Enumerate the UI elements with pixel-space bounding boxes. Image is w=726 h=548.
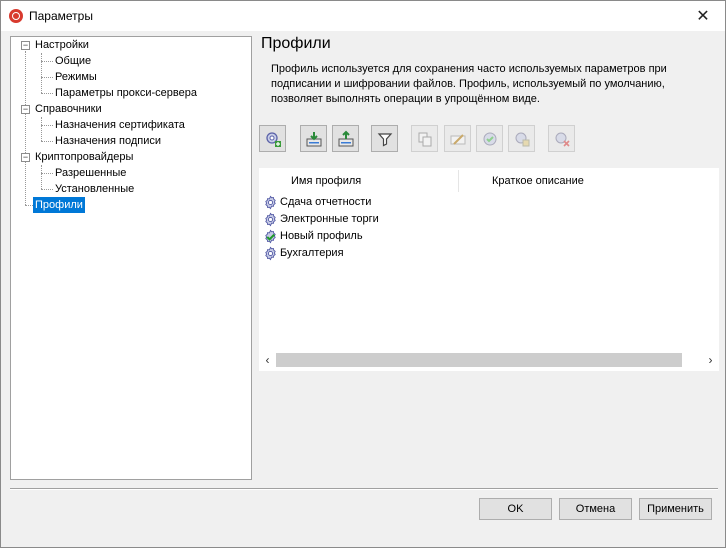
default-profile-check-icon bbox=[265, 229, 276, 244]
tree-item-label: Справочники bbox=[35, 103, 102, 115]
tree-item-label: Криптопровайдеры bbox=[35, 151, 134, 163]
list-item[interactable]: Бухгалтерия bbox=[263, 245, 344, 262]
settings-dialog: Параметры ✕ − − − Настройки Общие Режимы bbox=[0, 0, 726, 548]
title-bar: Параметры ✕ bbox=[1, 1, 725, 31]
window-title: Параметры bbox=[29, 9, 93, 23]
tree-item-label: Назначения сертификата bbox=[55, 119, 185, 131]
footer-divider bbox=[10, 488, 718, 490]
scroll-left-icon[interactable]: ‹ bbox=[259, 351, 276, 369]
close-button[interactable]: ✕ bbox=[681, 1, 725, 31]
filter-icon bbox=[377, 132, 392, 146]
filter-button[interactable] bbox=[371, 125, 398, 152]
page-description: Профиль используется для сохранения част… bbox=[271, 63, 667, 105]
tree-connector bbox=[41, 165, 42, 189]
page-title: Профили bbox=[261, 35, 331, 52]
column-separator[interactable] bbox=[458, 170, 459, 192]
tree-item-label: Параметры прокси-сервера bbox=[55, 87, 197, 99]
tree-item-label: Настройки bbox=[35, 39, 89, 51]
tree-connector bbox=[25, 205, 33, 206]
rename-profile-button[interactable] bbox=[444, 125, 471, 152]
profile-properties-button[interactable] bbox=[508, 125, 535, 152]
apply-button[interactable]: Применить bbox=[639, 498, 712, 520]
cancel-button[interactable]: Отмена bbox=[559, 498, 632, 520]
list-item[interactable]: Сдача отчетности bbox=[263, 194, 371, 211]
profile-name: Электронные торги bbox=[280, 213, 379, 225]
column-header-name[interactable]: Имя профиля bbox=[291, 168, 361, 194]
scrollbar-thumb[interactable] bbox=[276, 353, 682, 367]
profiles-toolbar bbox=[259, 125, 719, 153]
set-default-profile-button[interactable] bbox=[476, 125, 503, 152]
column-header-description[interactable]: Краткое описание bbox=[492, 168, 584, 194]
copy-profile-icon bbox=[418, 132, 431, 146]
tree-item-label: Общие bbox=[55, 55, 92, 67]
profile-gear-icon bbox=[265, 246, 276, 261]
tree-item-label: Разрешенные bbox=[55, 167, 127, 179]
app-logo-icon bbox=[9, 9, 23, 23]
tree-connector bbox=[41, 53, 42, 93]
tree-connector bbox=[41, 93, 53, 94]
rename-profile-icon bbox=[450, 133, 465, 145]
import-profile-button[interactable] bbox=[300, 125, 327, 152]
profile-gear-icon bbox=[265, 212, 276, 227]
collapse-icon[interactable]: − bbox=[21, 41, 30, 50]
tree-item-label: Назначения подписи bbox=[55, 135, 162, 147]
profile-properties-icon bbox=[515, 132, 529, 146]
ok-button[interactable]: OK bbox=[479, 498, 552, 520]
tree-connector bbox=[41, 125, 53, 126]
horizontal-scrollbar[interactable]: ‹ › bbox=[259, 351, 719, 369]
tree-item-label: Установленные bbox=[55, 183, 135, 195]
tree-connector bbox=[41, 173, 53, 174]
tree-connector bbox=[25, 51, 26, 205]
profile-name: Бухгалтерия bbox=[280, 247, 344, 259]
tree-item-label: Профили bbox=[33, 197, 85, 213]
export-profile-icon bbox=[338, 130, 353, 146]
profile-gear-icon bbox=[265, 195, 276, 210]
collapse-icon[interactable]: − bbox=[21, 153, 30, 162]
tree-item-label: Режимы bbox=[55, 71, 97, 83]
tree-connector bbox=[41, 189, 53, 190]
import-profile-icon bbox=[306, 131, 321, 146]
delete-profile-icon bbox=[555, 132, 570, 147]
copy-profile-button[interactable] bbox=[411, 125, 438, 152]
export-profile-button[interactable] bbox=[332, 125, 359, 152]
tree-connector bbox=[41, 77, 53, 78]
list-header: Имя профиля Краткое описание bbox=[259, 168, 719, 194]
list-item[interactable]: Электронные торги bbox=[263, 211, 379, 228]
profile-name: Сдача отчетности bbox=[280, 196, 372, 208]
profiles-list[interactable]: Имя профиля Краткое описание Сдача отчет… bbox=[259, 168, 719, 371]
list-item[interactable]: Новый профиль bbox=[263, 228, 363, 245]
settings-tree[interactable]: − − − Настройки Общие Режимы Параметры п… bbox=[10, 36, 252, 480]
collapse-icon[interactable]: − bbox=[21, 105, 30, 114]
scroll-right-icon[interactable]: › bbox=[702, 351, 719, 369]
tree-connector bbox=[41, 141, 53, 142]
tree-connector bbox=[41, 117, 42, 141]
tree-connector bbox=[41, 61, 53, 62]
profile-name: Новый профиль bbox=[280, 230, 363, 242]
set-default-profile-icon bbox=[483, 132, 496, 145]
add-profile-button[interactable] bbox=[259, 125, 286, 152]
add-profile-icon bbox=[265, 131, 281, 147]
delete-profile-button[interactable] bbox=[548, 125, 575, 152]
